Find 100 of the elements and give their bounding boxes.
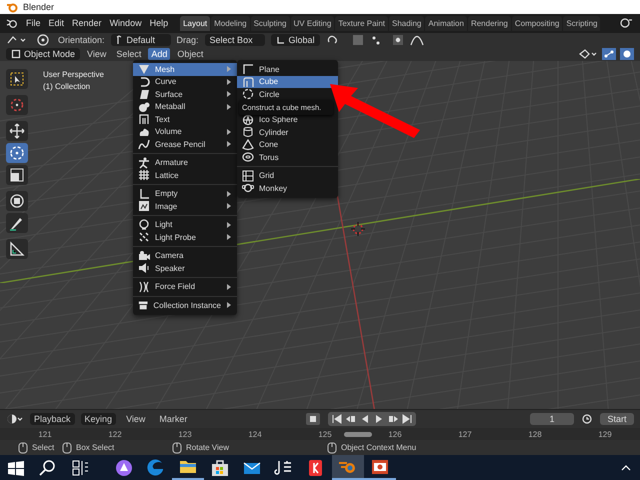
cube-icon	[242, 76, 254, 88]
square-outline-icon	[242, 63, 254, 76]
cursor-tool[interactable]	[6, 94, 28, 115]
clock-icon[interactable]	[580, 413, 594, 426]
dots-icon	[138, 231, 150, 244]
transform-orientation-dropdown[interactable]: Global	[270, 34, 320, 46]
gizmo-icon[interactable]	[602, 48, 616, 60]
timeline-menu[interactable]: Marker	[155, 413, 192, 426]
blender-logo-icon[interactable]	[6, 17, 18, 30]
viewport-menu[interactable]: Select	[113, 48, 144, 60]
jump-start-icon[interactable]	[330, 413, 343, 426]
overlay-icon[interactable]	[620, 48, 634, 60]
visibility-icon[interactable]	[578, 48, 598, 60]
menu-item[interactable]: Lattice	[133, 169, 237, 182]
scale-tool[interactable]	[6, 164, 28, 185]
rotate-icon	[8, 144, 26, 162]
transform-tool[interactable]	[6, 190, 28, 211]
mouse-drag-icon	[62, 442, 72, 454]
figure-icon	[138, 156, 150, 169]
mouse-middle-icon	[172, 442, 182, 454]
menu-item[interactable]: Ico Sphere	[237, 114, 338, 126]
stop-icon[interactable]	[306, 413, 320, 426]
orientation-dropdown[interactable]: Default	[110, 34, 171, 46]
axis-icon	[116, 34, 124, 45]
menu-item[interactable]: Light Probe	[133, 231, 237, 244]
menu-item[interactable]: Cube	[237, 76, 338, 88]
grid-icon	[138, 169, 150, 182]
workspace-tab[interactable]: Texture Paint	[335, 16, 388, 31]
menu-item[interactable]: Force Field	[133, 280, 237, 293]
workspace-tab[interactable]: Modeling	[211, 16, 250, 31]
menu-item[interactable]: Camera	[133, 250, 237, 262]
status-hint: Box Select	[76, 443, 114, 452]
menu-item[interactable]: Window	[106, 18, 146, 28]
menu-item[interactable]: Text	[133, 113, 237, 126]
mode-dropdown[interactable]: Object Mode	[6, 48, 80, 60]
menu-item[interactable]: Armature	[133, 156, 237, 169]
menu-item[interactable]: Volume	[133, 126, 237, 138]
surface-icon	[138, 88, 150, 100]
workspace-tab[interactable]: UV Editing	[290, 16, 334, 31]
workspace-tab[interactable]: Shading	[389, 16, 424, 31]
workspace-tab[interactable]: Sculpting	[250, 16, 290, 31]
menu-item[interactable]: Curve	[133, 76, 237, 88]
viewport-menu[interactable]: View	[84, 48, 110, 60]
current-frame-field[interactable]: 1	[530, 413, 574, 426]
menu-item[interactable]: Cone	[237, 138, 338, 151]
pencil-tool[interactable]	[6, 212, 28, 233]
frame-number: 123	[178, 430, 192, 439]
blender-logo-taskbar-button[interactable]	[332, 455, 364, 480]
ruler-tool[interactable]	[6, 238, 28, 259]
timeline-menu[interactable]: Playback	[30, 413, 75, 426]
menu-item[interactable]: Grid	[237, 170, 338, 182]
proportional-edit-icon[interactable]	[392, 34, 404, 46]
tool-dropdown-icon[interactable]	[6, 34, 28, 46]
start-frame-field[interactable]: Start	[600, 413, 634, 426]
workspace-tab[interactable]: Scripting	[563, 16, 600, 31]
falloff-icon[interactable]	[410, 34, 424, 46]
menu-item[interactable]: Torus	[237, 151, 338, 164]
jump-end-icon[interactable]	[400, 413, 413, 426]
menu-item[interactable]: Monkey	[237, 182, 338, 194]
workspace-tab[interactable]: Animation	[425, 16, 467, 31]
viewport-menu[interactable]: Add	[148, 48, 170, 60]
window-title: Blender	[23, 2, 54, 12]
timeline-scrollbar[interactable]	[344, 432, 372, 438]
scene-icon[interactable]	[618, 17, 634, 30]
frame-number: 122	[108, 430, 122, 439]
workspace-tab[interactable]: Layout	[180, 16, 210, 31]
menu-item[interactable]: Collection Instance	[133, 299, 237, 312]
menu-item[interactable]: Help	[146, 18, 172, 28]
viewport-menu[interactable]: Object	[174, 48, 206, 60]
orientation-label: Orientation:	[58, 34, 105, 45]
menu-item[interactable]: Edit	[44, 18, 68, 28]
menu-item[interactable]: Image	[133, 200, 237, 212]
drag-dropdown[interactable]: Select Box	[204, 34, 265, 46]
menu-item[interactable]: Render	[68, 18, 106, 28]
timeline-menu[interactable]: View	[122, 413, 150, 426]
menu-item[interactable]: Grease Pencil	[133, 138, 237, 150]
menu-item[interactable]: File	[22, 18, 45, 28]
menu-item[interactable]: Plane	[237, 63, 338, 76]
menu-item[interactable]: Metaball	[133, 100, 237, 113]
menu-item[interactable]: Empty	[133, 188, 237, 200]
menu-item[interactable]: Light	[133, 218, 237, 231]
timeline-menu[interactable]: Keying	[80, 413, 116, 426]
move-tool[interactable]	[6, 120, 28, 141]
select-box-tool[interactable]	[6, 68, 28, 89]
torus-icon	[242, 151, 254, 164]
status-hint: Rotate View	[186, 443, 229, 452]
frame-number: 129	[598, 430, 612, 439]
editor-type-icon[interactable]	[6, 413, 24, 426]
rotate-tool[interactable]	[6, 142, 28, 163]
menu-item[interactable]: Mesh	[133, 63, 237, 76]
menu-item[interactable]: Surface	[133, 88, 237, 100]
chevron-up-icon[interactable]	[620, 462, 632, 472]
blob-icon	[138, 100, 150, 113]
frame-number: 126	[388, 430, 402, 439]
sphere-icon	[242, 114, 254, 126]
workspace-tab[interactable]: Compositing	[512, 16, 562, 31]
cone-icon	[242, 138, 254, 151]
menu-item[interactable]: Cylinder	[237, 126, 338, 138]
workspace-tab[interactable]: Rendering	[468, 16, 511, 31]
menu-item[interactable]: Speaker	[133, 262, 237, 274]
